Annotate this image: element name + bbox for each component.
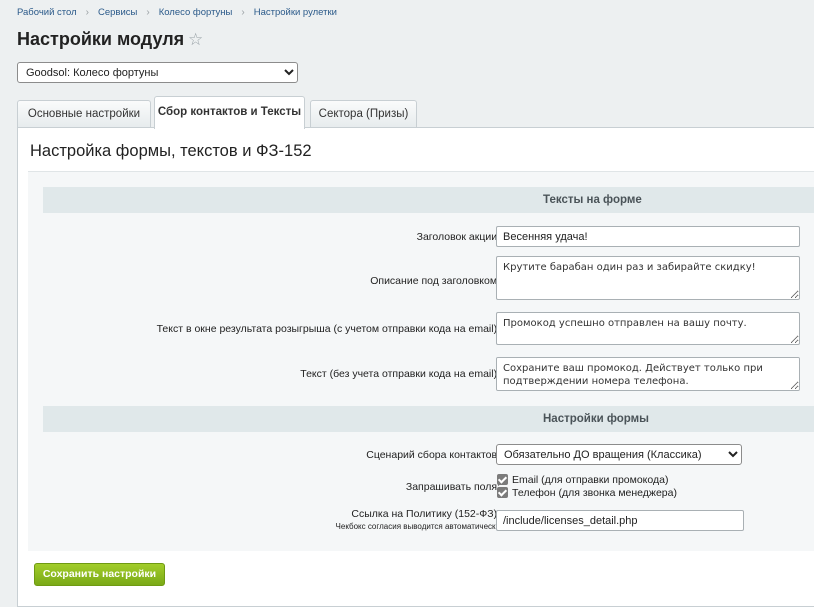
breadcrumb-separator: › — [241, 7, 245, 18]
tab-sectors[interactable]: Сектора (Призы) — [310, 100, 417, 128]
star-icon[interactable]: ☆ — [188, 31, 203, 48]
phone-field-option[interactable]: Телефон (для звонка менеджера) — [497, 487, 677, 500]
page-title: Настройки модуля — [17, 29, 185, 49]
email-checkbox-label: Email (для отправки промокода) — [512, 474, 669, 486]
breadcrumb-separator: › — [85, 7, 89, 18]
policy-label: Ссылка на Политику (152-ФЗ): — [351, 508, 500, 520]
description-textarea[interactable]: Крутите барабан один раз и забирайте ски… — [496, 256, 800, 300]
policy-sublabel: Чекбокс согласия выводится автоматически — [335, 522, 500, 531]
breadcrumb-wheel[interactable]: Колесо фортуны — [159, 7, 233, 18]
policy-link-input[interactable] — [496, 510, 744, 531]
breadcrumb: Рабочий стол › Сервисы › Колесо фортуны › Наст… — [17, 7, 337, 18]
section-header-texts: Тексты на форме — [43, 187, 814, 213]
panel-title: Настройка формы, текстов и ФЗ-152 — [30, 142, 312, 160]
settings-form: Тексты на форме Заголовок акции: Описани… — [28, 171, 814, 551]
breadcrumb-services[interactable]: Сервисы — [98, 7, 137, 18]
scenario-label: Сценарий сбора контактов: — [366, 449, 500, 461]
tab-contacts-texts[interactable]: Сбор контактов и Тексты — [154, 96, 305, 129]
promo-title-input[interactable] — [496, 226, 800, 247]
scenario-select[interactable]: Обязательно ДО вращения (Классика) — [496, 444, 742, 465]
result-no-email-textarea[interactable]: Сохраните ваш промокод. Действует только… — [496, 357, 800, 391]
settings-panel: Настройка формы, текстов и ФЗ-152 Тексты… — [17, 127, 814, 607]
result-no-email-label: Текст (без учета отправки кода на email)… — [300, 368, 500, 380]
result-email-textarea[interactable]: Промокод успешно отправлен на вашу почту… — [496, 312, 800, 345]
save-button[interactable]: Сохранить настройки — [34, 563, 165, 586]
email-field-option[interactable]: Email (для отправки промокода) — [497, 474, 668, 487]
description-label: Описание под заголовком: — [370, 275, 500, 287]
section-header-form: Настройки формы — [43, 406, 814, 432]
phone-checkbox[interactable] — [497, 487, 508, 498]
phone-checkbox-label: Телефон (для звонка менеджера) — [512, 487, 677, 499]
promo-title-label: Заголовок акции: — [416, 231, 500, 243]
module-select[interactable]: Goodsol: Колесо фортуны — [17, 62, 298, 83]
breadcrumb-roulette-settings[interactable]: Настройки рулетки — [254, 7, 337, 18]
breadcrumb-desktop[interactable]: Рабочий стол — [17, 7, 77, 18]
result-email-label: Текст в окне результата розыгрыша (с уче… — [156, 323, 500, 335]
email-checkbox[interactable] — [497, 474, 508, 485]
policy-label-group: Ссылка на Политику (152-ФЗ): Чекбокс сог… — [28, 508, 500, 531]
tab-main-settings[interactable]: Основные настройки — [17, 100, 151, 128]
breadcrumb-separator: › — [146, 7, 150, 18]
fields-label: Запрашивать поля: — [405, 481, 500, 493]
